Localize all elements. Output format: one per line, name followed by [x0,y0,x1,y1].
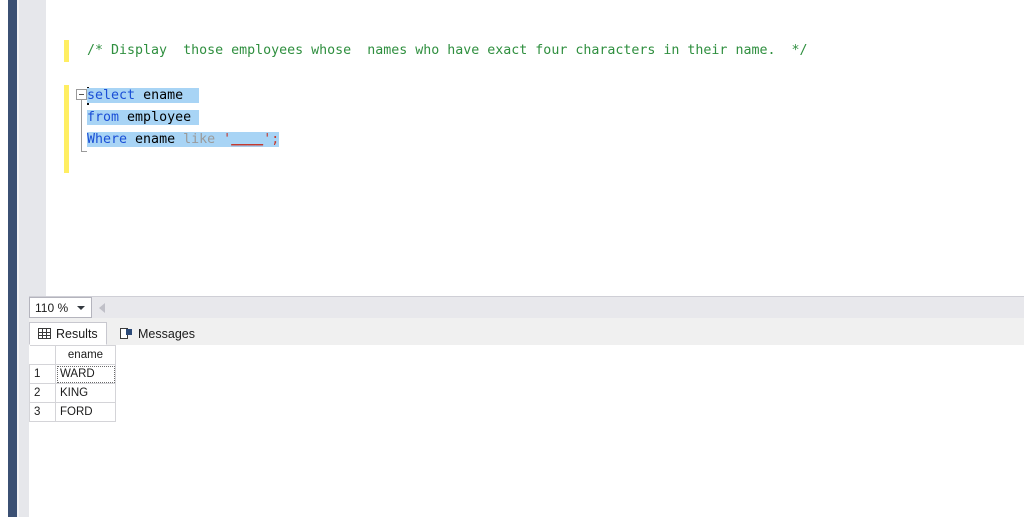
editor-status-bar: 110 % [29,296,1024,318]
token-trailing-space [191,110,199,125]
editor-gutter[interactable] [29,0,46,296]
row-number-cell[interactable]: 3 [29,402,56,422]
code-line-from[interactable]: from employee [87,107,200,129]
token-quote-close: ' [263,132,272,147]
token-keyword-select: select [87,88,136,103]
code-line-where[interactable]: Where ename like '____'; [87,129,280,151]
token-quote-open: ' [223,132,232,147]
window-accent-bar [8,0,17,517]
results-tab-strip: Results Messages [29,318,1024,345]
token-table-employee: employee [127,110,192,125]
cell-ename[interactable]: KING [55,383,116,403]
results-header-row: ename [29,345,116,365]
results-grid-body[interactable]: ename 1 WARD 2 KING 3 FORD [29,345,1024,517]
token-trailing-space [183,88,199,103]
zoom-level-value: 110 % [35,300,69,315]
message-icon [120,327,133,340]
row-number-cell[interactable]: 1 [29,364,56,384]
token-string-pattern: ____ [231,132,264,147]
tab-results-label: Results [56,326,98,341]
cell-ename[interactable]: FORD [55,402,116,422]
change-bar-statement [64,85,69,173]
table-row[interactable]: 2 KING [29,383,116,403]
tab-messages-label: Messages [138,326,195,341]
code-editor-pane[interactable]: /* Display those employees whose names w… [29,0,1024,296]
token-keyword-where: Where [87,132,128,147]
tab-messages[interactable]: Messages [112,322,203,345]
zoom-level-combobox[interactable]: 110 % [29,297,92,318]
sql-editor-window: /* Display those employees whose names w… [0,0,1024,517]
tab-results[interactable]: Results [29,322,107,345]
results-panel: Results Messages ename 1 WARD 2 KING 3 F… [29,318,1024,517]
fold-guide-foot [81,151,87,152]
change-bar-comment [64,40,69,62]
token-operator-like: like [183,132,216,147]
chevron-down-icon[interactable] [77,306,85,310]
row-number-header [29,345,56,365]
fold-guide-line [81,100,82,152]
table-row[interactable]: 1 WARD [29,364,116,384]
column-header-ename[interactable]: ename [55,345,116,365]
token-column-ename: ename [143,88,184,103]
code-line-select[interactable]: select ename [87,85,200,107]
results-grid[interactable]: ename 1 WARD 2 KING 3 FORD [29,345,116,422]
token-column-ename: ename [135,132,176,147]
grid-icon [38,328,51,339]
scroll-left-arrow-icon[interactable] [99,303,105,313]
cell-ename[interactable]: WARD [55,364,116,384]
window-left-strip [19,0,29,517]
token-semicolon: ; [271,132,280,147]
fold-collapse-icon[interactable] [76,89,87,100]
code-line-comment[interactable]: /* Display those employees whose names w… [87,40,808,62]
table-row[interactable]: 3 FORD [29,402,116,422]
window-left-margin [0,0,8,517]
code-text-area[interactable]: /* Display those employees whose names w… [46,0,1024,296]
row-number-cell[interactable]: 2 [29,383,56,403]
token-keyword-from: from [87,110,120,125]
